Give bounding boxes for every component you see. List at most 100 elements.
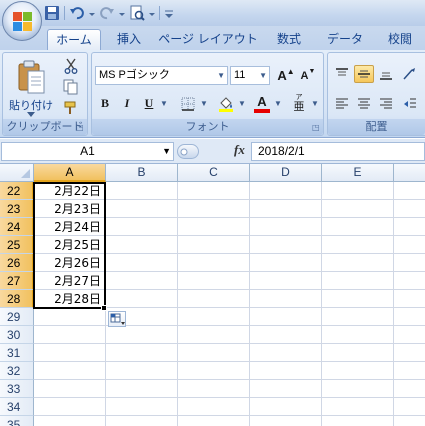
align-center-button[interactable] <box>354 95 374 113</box>
arrow-up-icon: ▲ <box>286 67 295 76</box>
cell-a[interactable]: 2月24日 <box>34 218 105 236</box>
cell-a[interactable]: 2月22日 <box>34 182 105 200</box>
office-button[interactable] <box>2 1 42 41</box>
row-header[interactable]: 25 <box>0 236 34 254</box>
name-box[interactable]: A1 ▼ <box>1 142 174 161</box>
worksheet[interactable]: A B C D E 22 2月22日 23 2月23日 24 2月24日 25 2月25日 26… <box>0 164 425 426</box>
fill-color-button[interactable] <box>215 93 237 114</box>
cell-a[interactable] <box>34 308 105 326</box>
font-color-dropdown-icon[interactable]: ▼ <box>273 93 283 114</box>
redo-icon[interactable] <box>99 5 115 21</box>
fill-color-dropdown-icon[interactable]: ▼ <box>237 93 247 114</box>
tab-formulas[interactable]: 数式 <box>264 29 314 50</box>
cut-button[interactable] <box>61 57 81 75</box>
paste-button[interactable]: 貼り付け <box>6 57 56 117</box>
undo-dropdown-icon[interactable] <box>89 5 95 21</box>
copy-button[interactable] <box>61 78 81 96</box>
align-left-button[interactable] <box>332 95 352 113</box>
cell-a[interactable]: 2月23日 <box>34 200 105 218</box>
row-header[interactable]: 23 <box>0 200 34 218</box>
print-preview-icon[interactable] <box>129 5 145 21</box>
row-header[interactable]: 22 <box>0 182 34 200</box>
print-preview-dropdown-icon[interactable] <box>149 5 155 21</box>
paste-dropdown-icon[interactable] <box>27 112 35 118</box>
tab-page-layout[interactable]: ページ レイアウト <box>158 29 258 50</box>
auto-fill-options-button[interactable] <box>108 311 126 327</box>
phonetic-dropdown-icon[interactable]: ▼ <box>310 93 320 114</box>
cell-a[interactable]: 2月28日 <box>34 290 105 308</box>
orientation-icon <box>403 68 415 80</box>
cell-a[interactable] <box>34 380 105 398</box>
row-header[interactable]: 32 <box>0 362 34 380</box>
row-header[interactable]: 29 <box>0 308 34 326</box>
row-header[interactable]: 31 <box>0 344 34 362</box>
underline-dropdown-icon[interactable]: ▼ <box>159 93 169 114</box>
select-all-corner[interactable] <box>0 164 34 182</box>
font-dialog-launcher-icon[interactable]: ◳ <box>312 123 321 132</box>
orientation-button[interactable] <box>400 65 420 83</box>
font-color-button[interactable]: A <box>251 93 273 114</box>
row-header[interactable]: 35 <box>0 416 34 426</box>
format-painter-button[interactable] <box>61 99 81 117</box>
formula-bar-splitter[interactable] <box>177 144 199 159</box>
font-name-combo[interactable]: MS Pゴシック ▼ <box>95 66 228 85</box>
office-logo-icon <box>13 12 32 31</box>
formula-input[interactable]: 2018/2/1 <box>251 142 425 161</box>
customize-qat-icon[interactable] <box>164 5 174 21</box>
scissors-icon <box>64 58 78 74</box>
column-header-f[interactable] <box>394 164 425 182</box>
tab-insert[interactable]: 挿入 <box>106 29 152 50</box>
redo-dropdown-icon[interactable] <box>119 5 125 21</box>
cell-a[interactable] <box>34 398 105 416</box>
undo-icon[interactable] <box>69 5 85 21</box>
row-header[interactable]: 33 <box>0 380 34 398</box>
underline-button[interactable]: U <box>139 93 159 114</box>
tab-review[interactable]: 校閲 <box>376 29 424 50</box>
row-header[interactable]: 30 <box>0 326 34 344</box>
save-icon[interactable] <box>44 5 60 21</box>
align-middle-button[interactable] <box>354 65 374 83</box>
row-header[interactable]: 34 <box>0 398 34 416</box>
row-header[interactable]: 27 <box>0 272 34 290</box>
cell-a[interactable] <box>34 344 105 362</box>
align-top-button[interactable] <box>332 65 352 83</box>
row-header[interactable]: 24 <box>0 218 34 236</box>
grow-font-label: A <box>277 68 287 83</box>
column-header-d[interactable]: D <box>250 164 322 182</box>
borders-dropdown-icon[interactable]: ▼ <box>199 93 209 114</box>
font-size-combo[interactable]: 11 ▼ <box>230 66 270 85</box>
row-header[interactable]: 28 <box>0 290 34 308</box>
alignment-group: 配置 <box>327 52 425 136</box>
tab-home[interactable]: ホーム <box>47 29 101 50</box>
align-right-button[interactable] <box>376 95 396 113</box>
column-header-b[interactable]: B <box>106 164 178 182</box>
cell-a[interactable]: 2月26日 <box>34 254 105 272</box>
tab-data[interactable]: データ <box>318 29 372 50</box>
row-header[interactable]: 26 <box>0 254 34 272</box>
cell-a[interactable] <box>34 326 105 344</box>
shrink-font-button[interactable]: A ▼ <box>298 65 318 86</box>
decrease-indent-button[interactable] <box>400 95 420 113</box>
cell-a[interactable]: 2月27日 <box>34 272 105 290</box>
cell-a[interactable] <box>34 362 105 380</box>
bold-button[interactable]: B <box>95 93 115 114</box>
column-header-e[interactable]: E <box>322 164 394 182</box>
align-bottom-button[interactable] <box>376 65 396 83</box>
format-painter-icon <box>64 101 76 114</box>
cell-a[interactable]: 2月25日 <box>34 236 105 254</box>
phonetic-guide-button[interactable]: ア 亜 <box>288 93 310 114</box>
cell-a[interactable] <box>34 416 105 426</box>
borders-icon <box>181 97 195 111</box>
column-header-a[interactable]: A <box>34 164 106 182</box>
clipboard-dialog-launcher-icon[interactable]: ◳ <box>76 123 85 132</box>
decrease-indent-icon <box>404 98 416 108</box>
italic-button[interactable]: I <box>117 93 137 114</box>
gridline <box>105 182 106 426</box>
fill-handle[interactable] <box>101 305 107 311</box>
borders-button[interactable] <box>177 93 199 114</box>
chevron-down-icon: ▼ <box>217 71 225 80</box>
insert-function-button[interactable]: fx <box>234 142 245 158</box>
grow-font-button[interactable]: A ▲ <box>276 65 296 86</box>
column-header-c[interactable]: C <box>178 164 250 182</box>
title-bar <box>0 0 425 26</box>
